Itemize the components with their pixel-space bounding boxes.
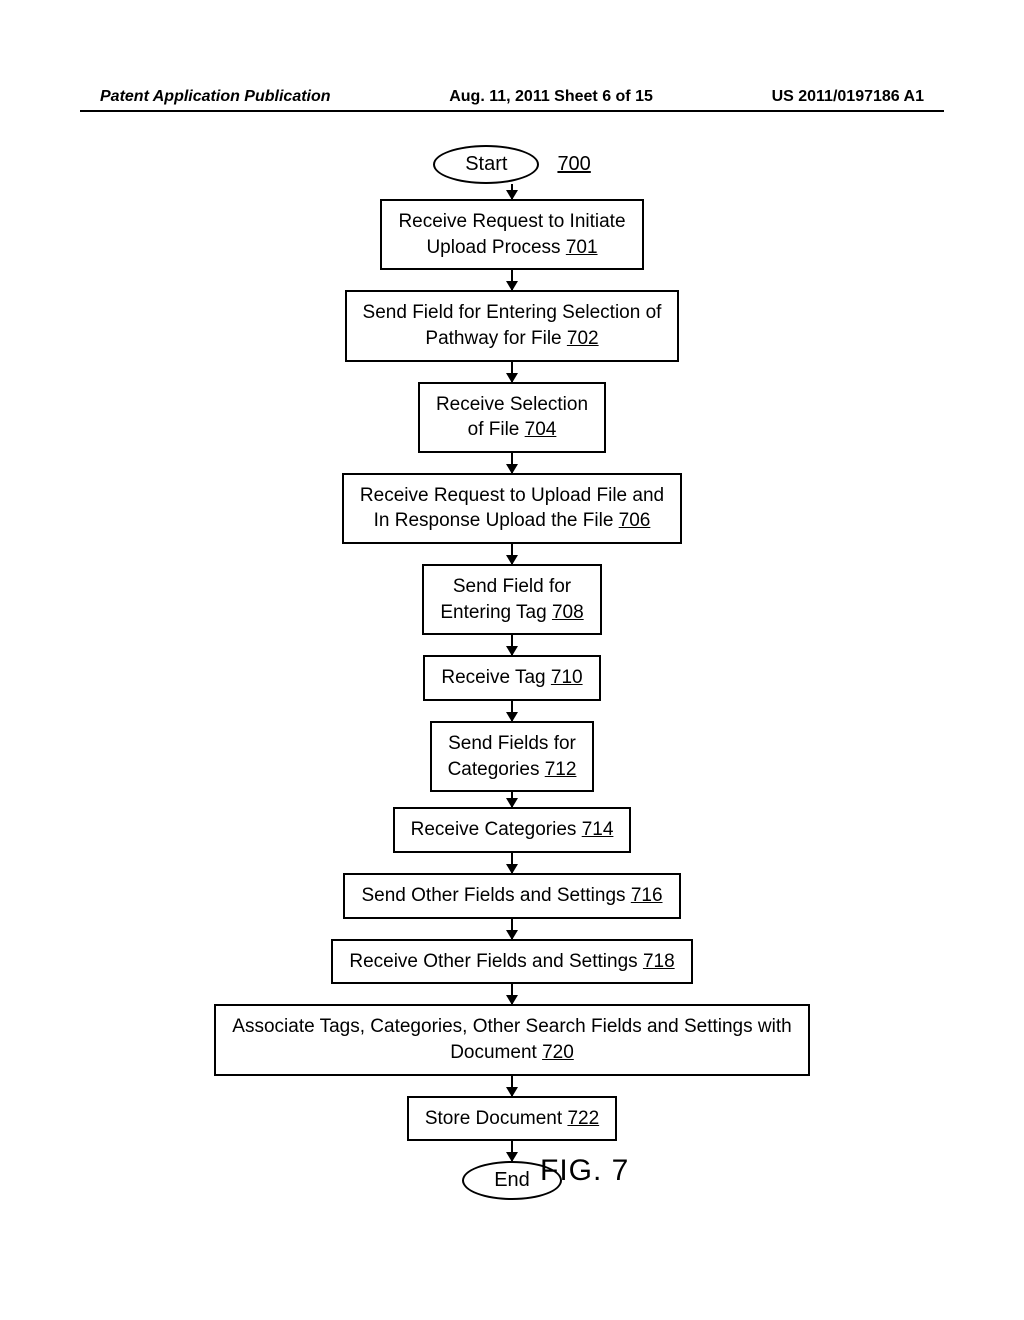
- step-ref: 710: [551, 667, 583, 688]
- process-reference: 700: [557, 153, 590, 176]
- page-header: Patent Application Publication Aug. 11, …: [0, 88, 1024, 106]
- header-publication: Patent Application Publication: [100, 88, 331, 106]
- arrow-icon: [511, 853, 513, 873]
- arrow-icon: [511, 453, 513, 473]
- step-ref: 716: [631, 885, 663, 906]
- arrow-icon: [511, 701, 513, 721]
- step-text: Receive Categories: [411, 819, 582, 840]
- step-ref: 704: [525, 419, 557, 440]
- step-718: Receive Other Fields and Settings 718: [331, 939, 692, 985]
- step-text: Send Other Fields and Settings: [361, 885, 630, 906]
- arrow-icon: [511, 544, 513, 564]
- start-group: Start 700: [433, 145, 591, 184]
- arrow-icon: [511, 984, 513, 1004]
- arrow-icon: [511, 184, 513, 199]
- arrow-icon: [511, 1076, 513, 1096]
- step-ref: 714: [582, 819, 614, 840]
- step-ref: 722: [567, 1108, 599, 1129]
- start-terminal: Start: [433, 145, 539, 184]
- step-text: Send Field for Entering Selection ofPath…: [363, 302, 662, 349]
- step-702: Send Field for Entering Selection ofPath…: [345, 290, 680, 361]
- step-text: Receive Tag: [441, 667, 551, 688]
- header-sheet: Aug. 11, 2011 Sheet 6 of 15: [449, 88, 653, 106]
- step-712: Send Fields forCategories 712: [430, 721, 595, 792]
- arrow-icon: [511, 635, 513, 655]
- step-ref: 706: [619, 510, 651, 531]
- header-patent-number: US 2011/0197186 A1: [772, 88, 924, 106]
- step-ref: 708: [552, 602, 584, 623]
- step-716: Send Other Fields and Settings 716: [343, 873, 680, 919]
- step-ref: 701: [566, 237, 598, 258]
- step-text: Associate Tags, Categories, Other Search…: [232, 1016, 791, 1063]
- step-text: Receive Selectionof File: [436, 394, 588, 441]
- step-710: Receive Tag 710: [423, 655, 600, 701]
- step-text: Receive Other Fields and Settings: [349, 951, 643, 972]
- step-ref: 720: [542, 1042, 574, 1063]
- arrow-icon: [511, 270, 513, 290]
- step-text: Store Document: [425, 1108, 568, 1129]
- step-714: Receive Categories 714: [393, 807, 632, 853]
- arrow-icon: [511, 1141, 513, 1161]
- arrow-icon: [511, 792, 513, 807]
- flowchart: Start 700 Receive Request to InitiateUpl…: [0, 145, 1024, 1200]
- step-708: Send Field forEntering Tag 708: [422, 564, 601, 635]
- arrow-icon: [511, 919, 513, 939]
- step-722: Store Document 722: [407, 1096, 617, 1142]
- step-701: Receive Request to InitiateUpload Proces…: [380, 199, 643, 270]
- step-704: Receive Selectionof File 704: [418, 382, 606, 453]
- step-ref: 702: [567, 328, 599, 349]
- step-ref: 718: [643, 951, 675, 972]
- figure-label: FIG. 7: [540, 1154, 629, 1188]
- arrow-icon: [511, 362, 513, 382]
- step-706: Receive Request to Upload File andIn Res…: [342, 473, 682, 544]
- header-divider: [80, 110, 944, 112]
- step-ref: 712: [545, 759, 577, 780]
- step-720: Associate Tags, Categories, Other Search…: [214, 1004, 809, 1075]
